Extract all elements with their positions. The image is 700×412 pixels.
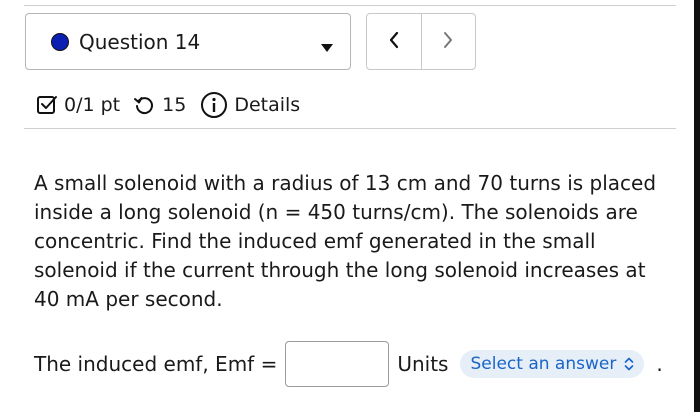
window-edge <box>694 0 700 412</box>
question-selector-label: Question 14 <box>79 29 201 54</box>
checkbox-check-icon <box>36 94 58 116</box>
caret-down-icon <box>320 38 334 57</box>
next-question-button[interactable] <box>422 14 476 69</box>
up-down-chevron-icon <box>624 357 634 371</box>
emf-input[interactable] <box>285 341 390 387</box>
units-select-label: Select an answer <box>470 354 617 374</box>
top-divider <box>24 5 676 6</box>
question-selector[interactable]: Question 14 <box>25 13 351 70</box>
units-label: Units <box>397 352 449 376</box>
score-text: 0/1 pt <box>64 94 121 116</box>
question-navigation <box>366 13 476 70</box>
info-icon[interactable] <box>200 91 228 119</box>
status-dot-icon <box>51 32 69 51</box>
question-text: A small solenoid with a radius of 13 cm … <box>34 171 657 311</box>
details-link[interactable]: Details <box>234 94 300 116</box>
trailing-period: . <box>656 352 663 376</box>
retries-count: 15 <box>162 94 187 116</box>
meta-divider <box>24 128 676 129</box>
answer-row: The induced emf, Emf = Units Select an a… <box>34 340 663 388</box>
previous-question-button[interactable] <box>367 14 422 69</box>
chevron-left-icon <box>388 31 400 53</box>
question-meta: 0/1 pt 15 Details <box>36 90 300 120</box>
units-select[interactable]: Select an answer <box>460 350 645 378</box>
chevron-right-icon <box>442 31 454 53</box>
retry-icon <box>132 93 156 117</box>
answer-label: The induced emf, Emf = <box>34 352 278 376</box>
